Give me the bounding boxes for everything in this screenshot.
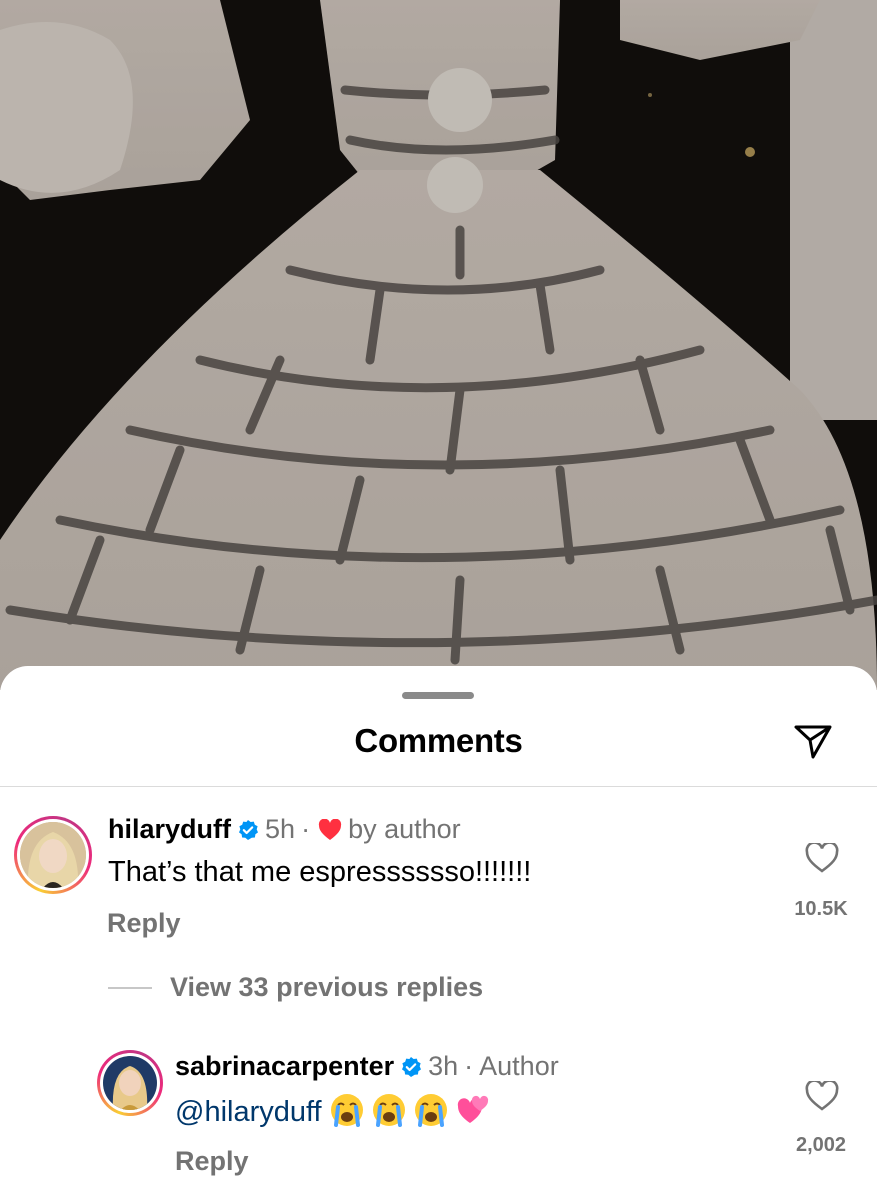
- header-divider: [0, 786, 877, 787]
- avatar-sabrinacarpenter[interactable]: [97, 1050, 163, 1116]
- loudly-crying-face-emoji-icon: [414, 1094, 447, 1127]
- loudly-crying-face-emoji-icon: [372, 1094, 405, 1127]
- verified-badge-icon: [237, 819, 259, 841]
- share-button[interactable]: [790, 720, 836, 764]
- replies-indent-line: [108, 986, 152, 989]
- view-previous-replies-button[interactable]: View 33 previous replies: [108, 972, 483, 1003]
- comment-header: hilaryduff 5h · by author: [108, 814, 461, 845]
- sheet-title: Comments: [354, 722, 523, 759]
- like-button[interactable]: [802, 838, 842, 878]
- heart-filled-icon: [318, 818, 342, 841]
- sheet-grabber[interactable]: [402, 692, 474, 699]
- like-button[interactable]: [802, 1076, 842, 1116]
- comment-text: That’s that me espresssssso!!!!!!!: [108, 856, 532, 888]
- heart-outline-icon: [805, 843, 839, 873]
- like-count: 10.5K: [794, 898, 848, 920]
- paper-plane-icon: [794, 725, 832, 759]
- reply-time: 3h: [428, 1051, 459, 1081]
- verified-badge-icon: [400, 1056, 422, 1078]
- avatar-hilaryduff[interactable]: [14, 816, 92, 894]
- reply-text: @hilaryduff: [175, 1093, 490, 1129]
- two-hearts-emoji-icon: [457, 1095, 488, 1123]
- profile-photo-sabrinacarpenter: [103, 1056, 157, 1110]
- reply-header: sabrinacarpenter 3h · Author: [175, 1051, 559, 1082]
- comment-time: 5h: [265, 814, 296, 844]
- profile-photo-hilaryduff: [20, 822, 86, 888]
- like-count: 2,002: [795, 1134, 847, 1156]
- meta-separator: ·: [301, 814, 311, 844]
- reply-username[interactable]: sabrinacarpenter: [175, 1051, 394, 1082]
- comments-sheet: Comments hilaryduff 5h · by author That’…: [0, 666, 877, 1200]
- meta-separator: ·: [464, 1051, 474, 1081]
- post-photo: [0, 0, 877, 690]
- comment-username[interactable]: hilaryduff: [108, 814, 231, 845]
- view-replies-label: View 33 previous replies: [170, 972, 484, 1002]
- mention-link[interactable]: @hilaryduff: [175, 1096, 322, 1128]
- reply-button[interactable]: Reply: [107, 908, 181, 939]
- loudly-crying-face-emoji-icon: [330, 1094, 363, 1127]
- reply-button[interactable]: Reply: [175, 1146, 249, 1177]
- liked-by-author-label: by author: [348, 814, 461, 844]
- photo-dim-overlay: [0, 0, 877, 690]
- heart-outline-icon: [805, 1081, 839, 1111]
- author-badge: Author: [479, 1051, 559, 1081]
